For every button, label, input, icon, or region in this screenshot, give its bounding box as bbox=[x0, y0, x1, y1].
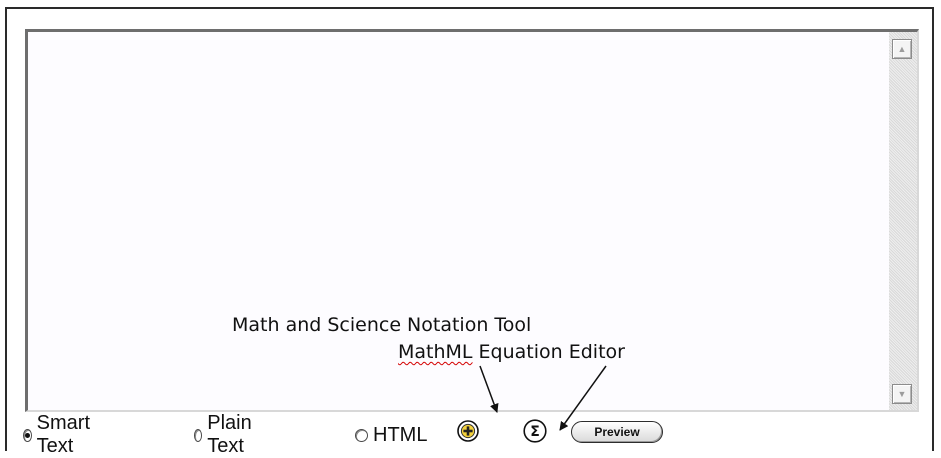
format-html[interactable]: HTML bbox=[355, 421, 427, 449]
format-plain-text-label: Plain Text bbox=[207, 412, 252, 457]
equation-editor-button[interactable]: Σ bbox=[523, 419, 547, 443]
radio-selected-dot bbox=[24, 432, 30, 438]
format-html-label: HTML bbox=[373, 423, 428, 446]
format-smart-text[interactable]: Smart Text bbox=[23, 412, 94, 457]
format-smart-text-label: Smart Text bbox=[36, 412, 90, 457]
svg-text:Σ: Σ bbox=[530, 424, 540, 440]
math-tool-annotation: Math and Science Notation Tool bbox=[232, 314, 532, 336]
radio-html[interactable] bbox=[355, 428, 368, 442]
vertical-scrollbar[interactable]: ▲ ▼ bbox=[889, 32, 917, 410]
sigma-icon[interactable]: Σ bbox=[523, 419, 547, 443]
scroll-down-icon[interactable]: ▼ bbox=[892, 384, 912, 404]
format-plain-text[interactable]: Plain Text bbox=[194, 412, 256, 457]
equation-editor-annotation: MathML Equation Editor bbox=[398, 341, 625, 363]
plus-circle-icon[interactable] bbox=[457, 420, 479, 442]
equation-editor-text: Equation Editor bbox=[472, 341, 625, 363]
math-notation-tool-button[interactable] bbox=[457, 420, 479, 442]
scroll-up-icon[interactable]: ▲ bbox=[892, 39, 912, 59]
preview-button[interactable]: Preview bbox=[571, 421, 663, 443]
mathml-word: MathML bbox=[398, 341, 473, 363]
radio-plain-text[interactable] bbox=[194, 428, 203, 442]
radio-smart-text[interactable] bbox=[23, 428, 32, 442]
